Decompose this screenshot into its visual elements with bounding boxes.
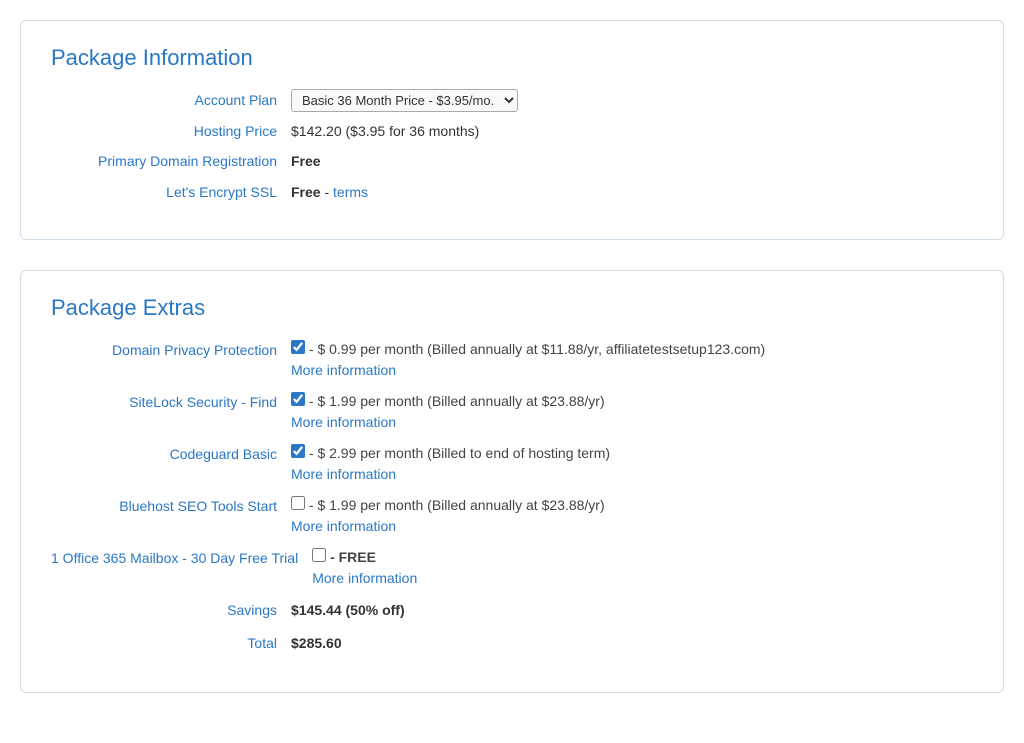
seo-tools-value: - $ 1.99 per month (Billed annually at $… xyxy=(291,495,605,537)
sitelock-row: SiteLock Security - Find - $ 1.99 per mo… xyxy=(51,391,973,433)
codeguard-value: - $ 2.99 per month (Billed to end of hos… xyxy=(291,443,610,485)
savings-amount: $145.44 (50% off) xyxy=(291,602,405,618)
primary-domain-value: Free xyxy=(291,150,321,172)
ssl-terms-link[interactable]: terms xyxy=(333,184,368,200)
sitelock-value: - $ 1.99 per month (Billed annually at $… xyxy=(291,391,605,433)
ssl-dash: - xyxy=(324,184,333,200)
codeguard-row: Codeguard Basic - $ 2.99 per month (Bill… xyxy=(51,443,973,485)
office365-more-info[interactable]: More information xyxy=(312,568,417,589)
domain-privacy-desc: - $ 0.99 per month (Billed annually at $… xyxy=(309,341,765,357)
primary-domain-row: Primary Domain Registration Free xyxy=(51,150,973,172)
codeguard-more-info[interactable]: More information xyxy=(291,464,610,485)
primary-domain-label: Primary Domain Registration xyxy=(51,150,291,172)
total-value: $285.60 xyxy=(291,632,342,654)
total-amount: $285.60 xyxy=(291,635,342,651)
codeguard-checkbox[interactable] xyxy=(291,444,305,458)
package-extras-title: Package Extras xyxy=(51,295,973,321)
ssl-label: Let's Encrypt SSL xyxy=(51,181,291,203)
ssl-free-text: Free xyxy=(291,184,321,200)
domain-privacy-checkbox[interactable] xyxy=(291,340,305,354)
package-info-title: Package Information xyxy=(51,45,973,71)
office365-row: 1 Office 365 Mailbox - 30 Day Free Trial… xyxy=(51,547,973,589)
office365-checkbox[interactable] xyxy=(312,548,326,562)
total-label: Total xyxy=(51,632,291,654)
office365-label: 1 Office 365 Mailbox - 30 Day Free Trial xyxy=(51,547,312,569)
sitelock-label: SiteLock Security - Find xyxy=(51,391,291,413)
primary-domain-free-text: Free xyxy=(291,153,321,169)
sitelock-checkbox[interactable] xyxy=(291,392,305,406)
account-plan-row: Account Plan Basic 36 Month Price - $3.9… xyxy=(51,89,973,112)
ssl-value: Free - terms xyxy=(291,181,368,203)
ssl-row: Let's Encrypt SSL Free - terms xyxy=(51,181,973,203)
hosting-price-value: $142.20 ($3.95 for 36 months) xyxy=(291,120,479,142)
hosting-price-row: Hosting Price $142.20 ($3.95 for 36 mont… xyxy=(51,120,973,142)
account-plan-value: Basic 36 Month Price - $3.95/mo. xyxy=(291,89,518,112)
savings-row: Savings $145.44 (50% off) xyxy=(51,599,973,621)
domain-privacy-value: - $ 0.99 per month (Billed annually at $… xyxy=(291,339,765,381)
package-info-card: Package Information Account Plan Basic 3… xyxy=(20,20,1004,240)
seo-tools-checkbox[interactable] xyxy=(291,496,305,510)
sitelock-more-info[interactable]: More information xyxy=(291,412,605,433)
package-extras-card: Package Extras Domain Privacy Protection… xyxy=(20,270,1004,693)
codeguard-desc: - $ 2.99 per month (Billed to end of hos… xyxy=(309,445,610,461)
savings-label: Savings xyxy=(51,599,291,621)
domain-privacy-more-info[interactable]: More information xyxy=(291,360,765,381)
hosting-price-label: Hosting Price xyxy=(51,120,291,142)
sitelock-desc: - $ 1.99 per month (Billed annually at $… xyxy=(309,393,605,409)
codeguard-label: Codeguard Basic xyxy=(51,443,291,465)
office365-free-text: - FREE xyxy=(330,549,376,565)
account-plan-label: Account Plan xyxy=(51,89,291,111)
seo-tools-desc: - $ 1.99 per month (Billed annually at $… xyxy=(309,497,605,513)
domain-privacy-label: Domain Privacy Protection xyxy=(51,339,291,361)
domain-privacy-row: Domain Privacy Protection - $ 0.99 per m… xyxy=(51,339,973,381)
account-plan-select[interactable]: Basic 36 Month Price - $3.95/mo. xyxy=(291,89,518,112)
savings-value: $145.44 (50% off) xyxy=(291,599,405,621)
office365-value: - FREE More information xyxy=(312,547,417,589)
total-row: Total $285.60 xyxy=(51,632,973,654)
seo-tools-more-info[interactable]: More information xyxy=(291,516,605,537)
seo-tools-row: Bluehost SEO Tools Start - $ 1.99 per mo… xyxy=(51,495,973,537)
seo-tools-label: Bluehost SEO Tools Start xyxy=(51,495,291,517)
